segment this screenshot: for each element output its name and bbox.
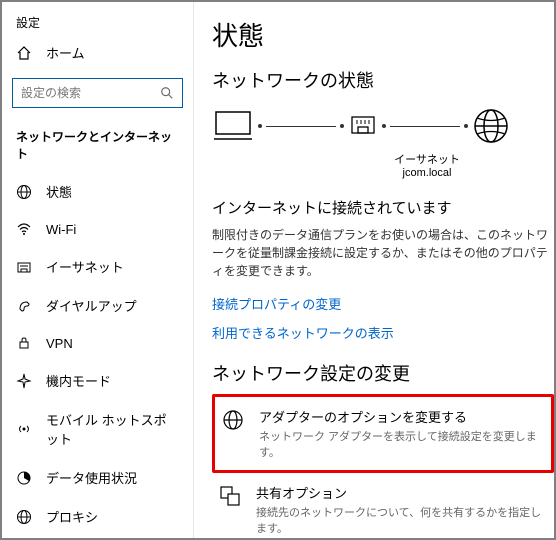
hotspot-icon xyxy=(16,421,32,437)
page-title: 状態 xyxy=(212,16,554,53)
nav-dialup[interactable]: ダイヤルアップ xyxy=(2,286,193,325)
network-settings-header: ネットワーク設定の変更 xyxy=(212,360,554,386)
nav-status[interactable]: 状態 xyxy=(2,172,193,211)
dialup-icon xyxy=(16,298,32,314)
nav-airplane[interactable]: 機内モード xyxy=(2,361,193,400)
ethernet-icon xyxy=(16,259,32,275)
home-icon xyxy=(16,45,32,61)
globe-icon xyxy=(16,184,32,200)
sharing-icon xyxy=(218,483,242,507)
internet-globe-icon xyxy=(472,107,510,145)
option-sharing[interactable]: 共有オプション 接続先のネットワークについて、何を共有するかを指定します。 xyxy=(212,473,554,538)
nav-label: データ使用状況 xyxy=(46,468,137,487)
adapter-icon xyxy=(221,407,245,431)
conn-dot xyxy=(258,124,262,128)
app-title: 設定 xyxy=(2,10,193,35)
nav-label: モバイル ホットスポット xyxy=(46,410,179,448)
nav-label: VPN xyxy=(46,336,73,351)
eth-domain: jcom.local xyxy=(300,167,554,179)
nav-ethernet[interactable]: イーサネット xyxy=(2,247,193,286)
nav-vpn[interactable]: VPN xyxy=(2,325,193,361)
nav-label: 機内モード xyxy=(46,371,111,390)
search-icon xyxy=(160,86,174,100)
search-field[interactable] xyxy=(21,86,151,100)
option-title: アダプターのオプションを変更する xyxy=(259,407,545,426)
conn-dot xyxy=(382,124,386,128)
computer-icon xyxy=(212,108,254,144)
section-title: ネットワークとインターネット xyxy=(2,122,193,172)
nav-label: イーサネット xyxy=(46,257,124,276)
link-available-networks[interactable]: 利用できるネットワークの表示 xyxy=(212,323,554,342)
ethernet-node-icon xyxy=(348,111,378,141)
home-button[interactable]: ホーム xyxy=(2,35,193,70)
network-diagram xyxy=(212,107,554,145)
airplane-icon xyxy=(16,373,32,389)
option-title: 共有オプション xyxy=(256,483,548,502)
link-connection-properties[interactable]: 接続プロパティの変更 xyxy=(212,294,554,313)
conn-dot xyxy=(464,124,468,128)
nav-hotspot[interactable]: モバイル ホットスポット xyxy=(2,400,193,458)
option-desc: ネットワーク アダプターを表示して接続設定を変更します。 xyxy=(259,428,545,460)
option-adapter[interactable]: アダプターのオプションを変更する ネットワーク アダプターを表示して接続設定を変… xyxy=(212,394,554,473)
main-content: 状態 ネットワークの状態 イーサネット jcom.local インターネットに接… xyxy=(194,2,554,538)
ethernet-conn-label: イーサネット jcom.local xyxy=(212,151,554,179)
conn-line xyxy=(266,126,336,127)
proxy-icon xyxy=(16,509,32,525)
nav-label: Wi-Fi xyxy=(46,222,76,237)
connection-status: インターネットに接続されています xyxy=(212,197,554,218)
conn-dot xyxy=(340,124,344,128)
network-status-title: ネットワークの状態 xyxy=(212,67,554,93)
eth-name: イーサネット xyxy=(300,151,554,167)
home-label: ホーム xyxy=(46,43,85,62)
data-icon xyxy=(16,470,32,486)
option-desc: 接続先のネットワークについて、何を共有するかを指定します。 xyxy=(256,504,548,536)
nav-label: プロキシ xyxy=(46,507,98,526)
wifi-icon xyxy=(16,221,32,237)
search-input[interactable] xyxy=(12,78,183,108)
vpn-icon xyxy=(16,335,32,351)
nav-datausage[interactable]: データ使用状況 xyxy=(2,458,193,497)
nav-wifi[interactable]: Wi-Fi xyxy=(2,211,193,247)
connection-description: 制限付きのデータ通信プランをお使いの場合は、このネットワークを従量制課金接続に設… xyxy=(212,226,554,280)
sidebar: 設定 ホーム ネットワークとインターネット 状態 Wi-Fi イーサネット ダイ… xyxy=(2,2,194,538)
nav-label: ダイヤルアップ xyxy=(46,296,137,315)
nav-label: 状態 xyxy=(46,182,72,201)
nav-proxy[interactable]: プロキシ xyxy=(2,497,193,536)
conn-line xyxy=(390,126,460,127)
